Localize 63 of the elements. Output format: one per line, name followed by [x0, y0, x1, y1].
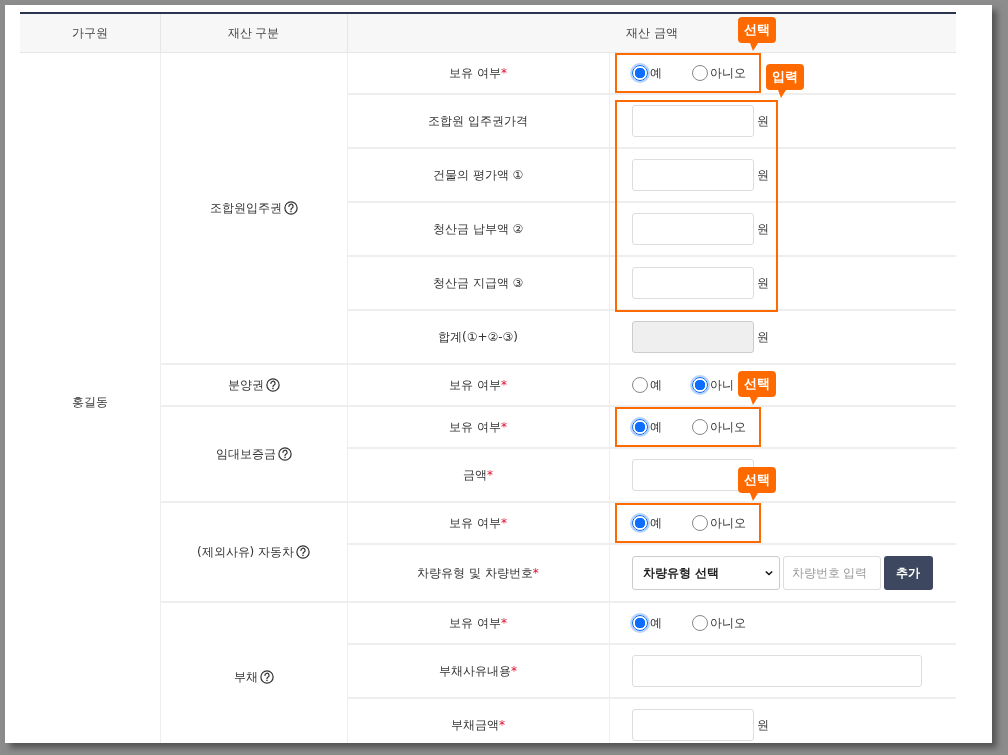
radio-label[interactable]: 아니	[709, 376, 734, 394]
unit-label: 원	[756, 220, 769, 238]
amount-input[interactable]	[631, 105, 754, 137]
help-icon[interactable]	[283, 201, 298, 215]
help-icon[interactable]	[265, 378, 280, 392]
radio-label[interactable]: 아니오	[709, 614, 746, 632]
unit-label: 원	[756, 328, 769, 346]
unit-label: 원	[756, 166, 769, 184]
field-label: 부채금액*	[451, 717, 505, 732]
amount-input[interactable]	[631, 213, 754, 245]
field-label: 합계(①+②-③)	[438, 329, 518, 344]
field-label: 보유 여부*	[449, 515, 507, 530]
field-label: 조합원 입주권가격	[428, 113, 528, 128]
radio-label[interactable]: 예	[649, 376, 662, 394]
field-label: 보유 여부*	[449, 615, 507, 630]
text-input[interactable]	[631, 655, 922, 687]
chevron-icon	[764, 570, 773, 576]
field-label: 청산금 지급액 ③	[432, 275, 524, 290]
column-header: 재산 구분	[227, 25, 280, 40]
callout-tooltip: 입력	[765, 64, 804, 98]
unit-label: 원	[756, 274, 769, 292]
field-label: 건물의 평가액 ①	[432, 167, 524, 182]
category-label: 부채	[233, 668, 258, 686]
column-header: 재산 금액	[625, 25, 678, 40]
amount-input[interactable]	[631, 267, 754, 299]
radio-label[interactable]: 예	[649, 614, 662, 632]
radio-button[interactable]	[631, 515, 648, 531]
radio-button[interactable]	[631, 65, 648, 81]
category-label: 조합원입주권	[209, 199, 282, 217]
help-icon[interactable]	[277, 447, 292, 461]
radio-button[interactable]	[691, 377, 708, 393]
radio-label[interactable]: 예	[649, 514, 662, 532]
callout-tooltip: 선택	[737, 371, 776, 405]
radio-label[interactable]: 아니오	[709, 418, 746, 436]
field-label: 보유 여부*	[449, 65, 507, 80]
member-name: 홍길동	[71, 395, 108, 409]
unit-label: 원	[756, 112, 769, 130]
column-header: 가구원	[71, 25, 108, 40]
radio-label[interactable]: 예	[649, 64, 662, 82]
help-icon[interactable]	[296, 545, 311, 559]
field-label: 청산금 납부액 ②	[432, 221, 524, 236]
category-label: 임대보증금	[215, 445, 276, 463]
field-label: 보유 여부*	[449, 377, 507, 392]
radio-button[interactable]	[631, 419, 648, 435]
unit-label: 원	[756, 716, 769, 734]
callout-tooltip: 선택	[737, 467, 776, 501]
radio-button[interactable]	[631, 615, 648, 631]
radio-label[interactable]: 아니오	[709, 514, 746, 532]
field-label: 차량유형 및 차량번호*	[417, 565, 539, 580]
vehicle-type-select[interactable]: 차량유형 선택	[631, 556, 780, 590]
amount-input[interactable]	[631, 159, 754, 191]
field-label: 금액*	[463, 467, 493, 482]
add-button[interactable]: 추가	[883, 556, 933, 590]
amount-input[interactable]	[631, 709, 754, 741]
category-label: 분양권	[227, 376, 264, 394]
field-label: 보유 여부*	[449, 419, 507, 434]
radio-label[interactable]: 아니오	[709, 64, 746, 82]
radio-label[interactable]: 예	[649, 418, 662, 436]
field-label: 부채사유내용*	[439, 663, 517, 678]
category-label: (제외사유) 자동차	[196, 543, 295, 561]
callout-tooltip: 선택	[737, 17, 776, 51]
help-icon[interactable]	[259, 670, 274, 684]
plate-number-input[interactable]: 차량번호 입력	[782, 556, 881, 590]
